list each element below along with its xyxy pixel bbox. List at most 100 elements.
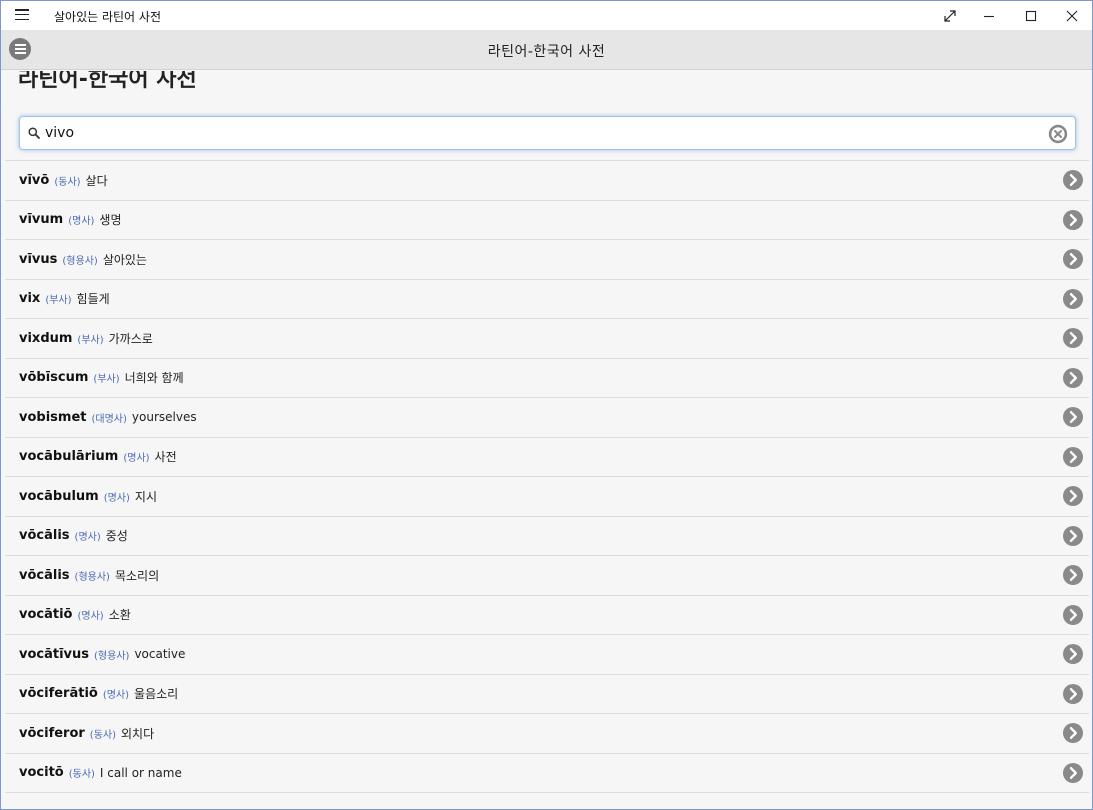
chevron-right-circle-icon[interactable] (1063, 209, 1083, 230)
hamburger-icon[interactable] (15, 9, 29, 21)
list-item[interactable]: vix (부사) 힘들게 (5, 279, 1089, 319)
list-item[interactable]: vōcālis (형용사) 목소리의 (5, 556, 1089, 596)
search-box (19, 116, 1076, 150)
list-item[interactable]: vīvō (동사) 살다 (5, 161, 1089, 201)
entry-meaning: 생명 (99, 213, 122, 228)
list-item[interactable]: vobismet (대명사) yourselves (5, 398, 1089, 438)
entry-word: vōcālis (19, 528, 70, 544)
entry-meaning: 울음소리 (134, 687, 179, 702)
fullscreen-button[interactable] (928, 1, 972, 30)
entry-meaning: 힘들게 (76, 292, 110, 307)
search-icon (28, 127, 40, 139)
chevron-right-circle-icon[interactable] (1063, 525, 1083, 546)
entry-meaning: 살다 (85, 173, 108, 188)
list-item[interactable]: vocātīvus (형용사) vocative (5, 635, 1089, 675)
page-title: 라틴어-한국어 사전 (18, 71, 197, 92)
close-button[interactable] (1050, 1, 1092, 30)
maximize-button[interactable] (1009, 1, 1053, 30)
clear-circle-icon[interactable] (1048, 124, 1068, 144)
list-item[interactable]: vixdum (부사) 가까스로 (5, 319, 1089, 359)
chevron-right-circle-icon[interactable] (1063, 249, 1083, 269)
entry-word: vixdum (19, 330, 73, 346)
entry-part-of-speech: (명사) (103, 492, 130, 504)
entry-part-of-speech: (부사) (45, 295, 72, 307)
chevron-right-circle-icon[interactable] (1063, 565, 1083, 585)
entry-word: vōciferātiō (19, 686, 98, 702)
minimize-icon (984, 15, 994, 17)
entry-part-of-speech: (동사) (68, 769, 95, 781)
entry-part-of-speech: (명사) (68, 216, 95, 228)
title-bar: 살아있는 라틴어 사전 (1, 1, 1092, 30)
list-item[interactable]: vōciferor (동사) 외치다 (5, 714, 1089, 754)
entry-part-of-speech: (형용사) (74, 571, 110, 583)
entry-word: vocātiō (19, 607, 73, 623)
entry-meaning: 소환 (108, 608, 131, 623)
app-header: 라틴어-한국어 사전 (1, 30, 1092, 70)
entry-part-of-speech: (명사) (74, 532, 101, 544)
list-item[interactable]: vīvus (형용사) 살아있는 (5, 240, 1089, 280)
entry-word: vīvus (19, 251, 58, 267)
chevron-right-circle-icon[interactable] (1063, 604, 1083, 625)
search-input[interactable] (45, 121, 1035, 145)
entry-word: vocābulārium (19, 449, 119, 465)
chevron-right-circle-icon[interactable] (1063, 644, 1083, 664)
chevron-right-circle-icon[interactable] (1063, 407, 1083, 427)
list-item[interactable]: vocābulārium (명사) 사전 (5, 437, 1089, 477)
minimize-button[interactable] (967, 1, 1011, 30)
entry-word: vobismet (19, 409, 87, 425)
list-item[interactable]: vocābulum (명사) 지시 (5, 477, 1089, 517)
chevron-right-circle-icon[interactable] (1063, 486, 1083, 506)
entry-meaning: 목소리의 (114, 568, 160, 583)
chevron-right-circle-icon[interactable] (1063, 170, 1083, 190)
chevron-right-circle-icon[interactable] (1063, 723, 1083, 743)
entry-meaning: 외치다 (121, 726, 155, 741)
list-item[interactable]: vocitō (동사) I call or name (5, 753, 1089, 793)
entry-part-of-speech: (명사) (77, 611, 104, 623)
entry-meaning: I call or name (99, 765, 182, 780)
entry-word: vocātīvus (19, 646, 90, 662)
chevron-right-circle-icon[interactable] (1063, 446, 1083, 467)
entry-word: vīvō (19, 172, 50, 188)
entry-part-of-speech: (동사) (89, 729, 116, 741)
list-item[interactable]: vīvum (명사) 생명 (5, 200, 1089, 240)
list-item[interactable]: vōciferātiō (명사) 울음소리 (5, 674, 1089, 714)
entry-part-of-speech: (동사) (54, 176, 81, 188)
chevron-right-circle-icon[interactable] (1063, 328, 1083, 348)
entry-meaning: 중성 (105, 529, 128, 544)
entry-word: vīvum (19, 212, 64, 228)
list-item[interactable]: vōbīscum (부사) 너희와 함께 (5, 358, 1089, 398)
result-list: vīvō (동사) 살다 vīvum (명사) 생명 vīvus (형용사) 살아있는 vix (부… (5, 160, 1089, 793)
entry-part-of-speech: (형용사) (94, 650, 130, 662)
entry-word: vōcālis (19, 567, 70, 583)
entry-meaning: 지시 (134, 489, 157, 504)
close-icon (1066, 10, 1078, 21)
entry-meaning: vocative (134, 647, 186, 662)
expand-icon (944, 9, 956, 22)
maximize-icon (1025, 10, 1037, 21)
entry-meaning: 너희와 함께 (124, 371, 184, 386)
entry-part-of-speech: (명사) (123, 453, 150, 465)
list-item[interactable]: vōcālis (명사) 중성 (5, 516, 1089, 556)
entry-meaning: yourselves (131, 410, 197, 425)
entry-word: vix (19, 291, 41, 307)
entry-part-of-speech: (부사) (93, 374, 120, 386)
entry-meaning: 가까스로 (108, 331, 153, 346)
entry-word: vocābulum (19, 488, 99, 504)
entry-word: vōciferor (19, 725, 85, 741)
entry-part-of-speech: (부사) (77, 334, 104, 346)
chevron-right-circle-icon[interactable] (1063, 683, 1083, 704)
header-title: 라틴어-한국어 사전 (487, 44, 606, 60)
entry-meaning: 살아있는 (102, 252, 147, 267)
entry-part-of-speech: (대명사) (91, 413, 127, 425)
chevron-right-circle-icon[interactable] (1063, 762, 1083, 783)
window-title: 살아있는 라틴어 사전 (54, 10, 161, 24)
list-item[interactable]: vocātiō (명사) 소환 (5, 595, 1089, 635)
entry-part-of-speech: (형용사) (62, 255, 98, 267)
entry-word: vōbīscum (19, 370, 89, 386)
app-window: 살아있는 라틴어 사전 라틴어-한국어 사전 라틴어-한국어 사전 vivo v… (0, 0, 1093, 810)
entry-part-of-speech: (명사) (102, 690, 130, 702)
main-content: 라틴어-한국어 사전 vīvō (동사) 살다 vīvum (명사) 생명 vīvus (형용… (1, 71, 1092, 809)
entry-word: vocitō (19, 765, 64, 781)
chevron-right-circle-icon[interactable] (1063, 367, 1083, 388)
chevron-right-circle-icon[interactable] (1063, 288, 1083, 309)
